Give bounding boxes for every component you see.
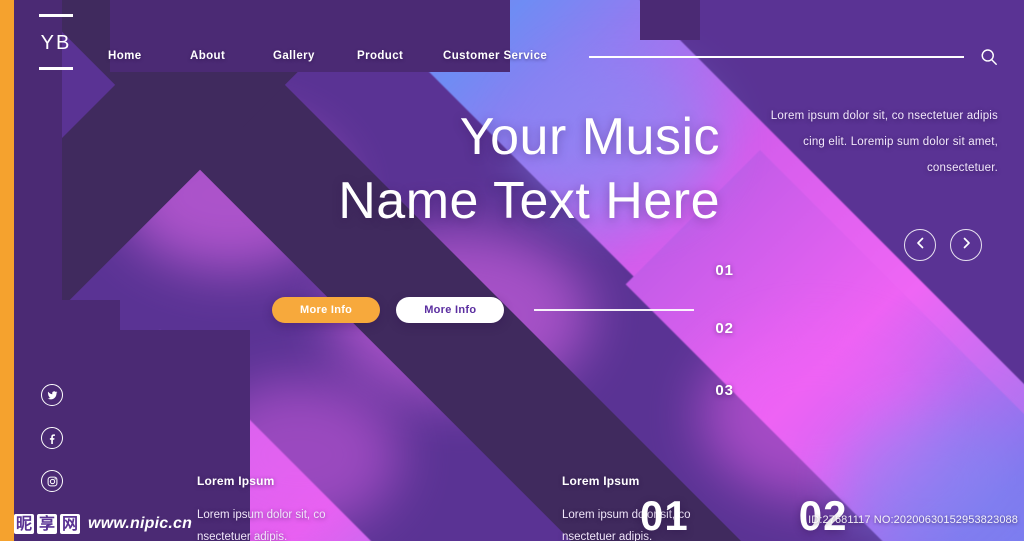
hero-title-line-2: Name Text Here xyxy=(338,172,720,231)
feature-body: Lorem ipsum dolor sit, co nsectetuer adi… xyxy=(197,509,326,541)
nav-item-home[interactable]: Home xyxy=(108,50,190,62)
feature-title: Lorem Ipsum xyxy=(562,474,640,488)
brand-logo[interactable]: YB xyxy=(28,14,84,70)
main-navigation: Home About Gallery Product Customer Serv… xyxy=(108,50,547,62)
slider-controls xyxy=(904,229,982,261)
logo-text: YB xyxy=(40,32,72,54)
instagram-icon[interactable] xyxy=(41,470,63,492)
watermark-url: www.nipic.cn xyxy=(88,515,193,532)
nav-item-product[interactable]: Product xyxy=(357,50,443,62)
watermark-id: ID:27681117 NO:20200630152953823088 xyxy=(808,514,1018,526)
chevron-left-icon xyxy=(916,236,925,254)
watermark-logo-char: 享 xyxy=(37,514,58,534)
search-input[interactable] xyxy=(589,56,964,58)
watermark-logo: 昵 享 网 xyxy=(14,514,81,534)
social-links xyxy=(41,384,63,492)
more-info-secondary-button[interactable]: More Info xyxy=(396,297,505,323)
hero-page: YB Home About Gallery Product Customer S… xyxy=(0,0,1024,541)
watermark-logo-char: 昵 xyxy=(14,514,35,534)
chevron-right-icon xyxy=(962,236,971,254)
orange-accent-strip xyxy=(0,0,14,541)
feature-block: Lorem Ipsum Lorem ipsum dolor sit, co ns… xyxy=(197,474,357,541)
hero-paragraph: Lorem ipsum dolor sit, co nsectetuer adi… xyxy=(770,110,998,174)
slide-number-02[interactable]: 02 xyxy=(715,320,734,337)
slider-next-button[interactable] xyxy=(950,229,982,261)
more-info-primary-button[interactable]: More Info xyxy=(272,297,381,323)
nav-item-about[interactable]: About xyxy=(190,50,273,62)
watermark-left: 昵 享 网 www.nipic.cn xyxy=(14,514,192,534)
slider-prev-button[interactable] xyxy=(904,229,936,261)
feature-title: Lorem Ipsum xyxy=(197,474,275,488)
hero-button-row: More Info More Info xyxy=(272,297,505,323)
search-bar[interactable] xyxy=(589,48,998,66)
slide-number-03[interactable]: 03 xyxy=(715,382,734,399)
feature-number-01: 01 xyxy=(640,492,689,539)
facebook-icon[interactable] xyxy=(41,427,63,449)
hero-heading: Your Music Name Text Here xyxy=(0,105,760,234)
slide-active-rule xyxy=(534,309,694,311)
nav-item-gallery[interactable]: Gallery xyxy=(273,50,357,62)
twitter-icon[interactable] xyxy=(41,384,63,406)
nav-item-customer-service[interactable]: Customer Service xyxy=(443,50,547,62)
search-icon[interactable] xyxy=(980,48,998,66)
logo-rule-bottom xyxy=(39,67,73,70)
hero-title-line-1: Your Music xyxy=(459,108,720,166)
watermark-logo-char: 网 xyxy=(60,514,81,534)
slide-number-01[interactable]: 01 xyxy=(715,262,734,279)
